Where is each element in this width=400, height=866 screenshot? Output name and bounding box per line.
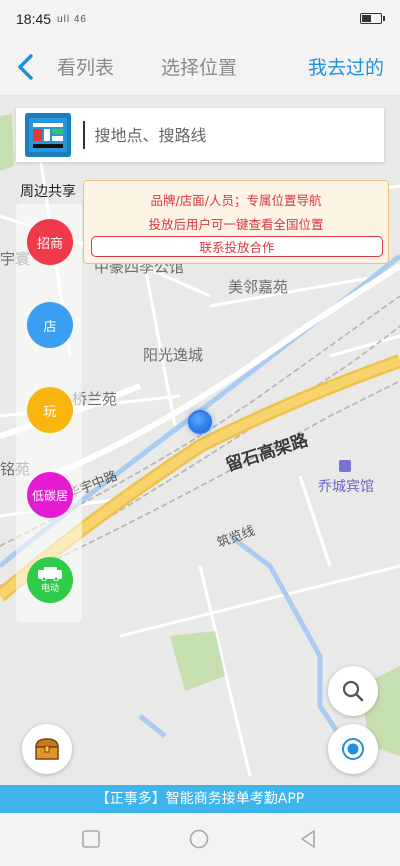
category-play-button[interactable]: 玩 <box>27 387 73 433</box>
nearby-share-title: 周边共享 <box>20 184 76 200</box>
search-input[interactable] <box>94 125 365 145</box>
clock: 18:45 <box>16 11 52 27</box>
locate-me-button[interactable] <box>328 724 378 774</box>
map-label-hotel: 乔城宾馆 <box>318 479 374 495</box>
system-back-icon[interactable] <box>298 829 318 849</box>
map-label-poi: 美邻嘉苑 <box>228 278 289 296</box>
category-label: 玩 <box>43 404 57 420</box>
status-bar: 18:45 ull 46 <box>0 0 400 38</box>
category-label: 店 <box>43 319 57 335</box>
app-logo-icon <box>25 113 71 157</box>
system-nav-bar <box>0 813 400 866</box>
category-electric-button[interactable]: 电动 <box>27 557 73 603</box>
category-label: 低碳居 <box>31 488 68 503</box>
promo-line-1: 品牌/店面/人员；专属位置导航 <box>150 193 322 208</box>
recent-apps-icon[interactable] <box>81 829 101 849</box>
treasure-chest-button[interactable] <box>22 724 72 774</box>
current-location-marker <box>188 410 212 434</box>
signal-icon: ull 46 <box>57 13 87 25</box>
home-icon[interactable] <box>189 829 209 849</box>
treasure-chest-icon <box>35 738 59 760</box>
category-label: 招商 <box>36 236 63 252</box>
magnifier-icon <box>342 680 364 702</box>
category-low-carbon-button[interactable]: 低碳居 <box>27 472 73 518</box>
battery-icon <box>360 13 385 24</box>
app-promo-banner[interactable]: 【正事多】智能商务接单考勤APP <box>0 785 400 813</box>
map-search-button[interactable] <box>328 666 378 716</box>
category-store-button[interactable]: 店 <box>27 302 73 348</box>
category-label: 电动 <box>40 583 59 594</box>
top-nav: 看列表 选择位置 我去过的 <box>0 38 400 96</box>
promo-card: 品牌/店面/人员；专属位置导航 投放后用户可一键查看全国位置 联系投放合作 <box>83 180 389 264</box>
map-label-poi: 阳光逸城 <box>143 346 204 364</box>
car-icon <box>38 566 62 581</box>
select-location-tab[interactable]: 选择位置 <box>161 53 237 80</box>
visited-places-tab[interactable]: 我去过的 <box>308 53 384 80</box>
back-icon[interactable] <box>14 54 38 80</box>
search-bar <box>16 108 384 162</box>
view-list-tab[interactable]: 看列表 <box>57 53 114 80</box>
search-cursor <box>83 121 85 149</box>
contact-ad-button[interactable]: 联系投放合作 <box>91 236 383 257</box>
locate-icon <box>342 738 364 760</box>
category-merchant-button[interactable]: 招商 <box>27 219 73 265</box>
promo-line-2: 投放后用户可一键查看全国位置 <box>148 217 324 232</box>
